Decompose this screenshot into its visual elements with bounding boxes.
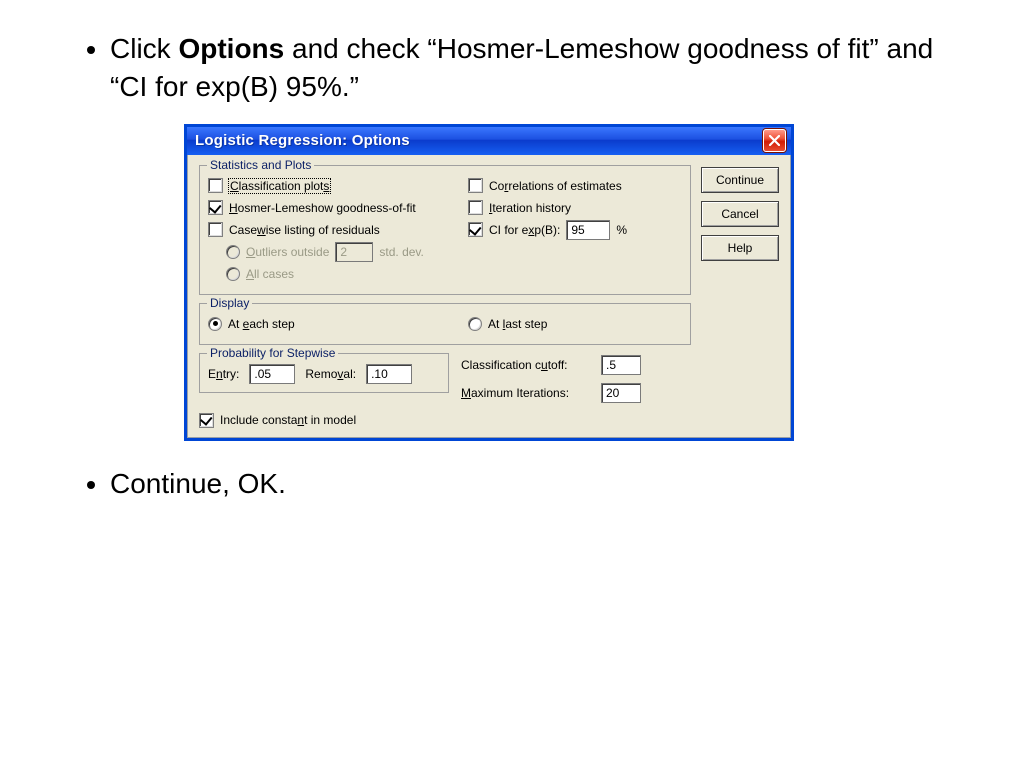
rad-label: At last step <box>488 317 547 331</box>
chk-ci-expb[interactable]: CI for exp(B): <box>468 222 560 237</box>
input-cutoff[interactable]: .5 <box>601 355 641 375</box>
chk-hosmer-lemeshow[interactable]: Hosmer-Lemeshow goodness-of-fit <box>208 200 416 215</box>
bullet1-bold: Options <box>178 33 284 64</box>
rad-all-cases: All cases <box>226 267 294 281</box>
bullet-1: Click Options and check “Hosmer-Lemeshow… <box>110 30 934 106</box>
close-button[interactable] <box>763 129 786 152</box>
bullet-2: Continue, OK. <box>110 465 934 503</box>
slide: Click Options and check “Hosmer-Lemeshow… <box>0 0 1024 550</box>
checkbox-icon <box>468 222 483 237</box>
legend-stepwise: Probability for Stepwise <box>207 346 338 360</box>
radio-icon <box>226 245 240 259</box>
input-entry[interactable]: .05 <box>249 364 295 384</box>
cancel-button[interactable]: Cancel <box>701 201 779 227</box>
input-max-iter[interactable]: 20 <box>601 383 641 403</box>
chk-label: Correlations of estimates <box>489 179 622 193</box>
chk-label: Include constant in model <box>220 413 356 427</box>
group-probability-stepwise: Probability for Stepwise Entry: .05 Remo… <box>199 353 449 393</box>
continue-button[interactable]: Continue <box>701 167 779 193</box>
group-statistics-and-plots: Statistics and Plots Classification plot… <box>199 165 691 295</box>
legend-stats: Statistics and Plots <box>207 158 314 172</box>
right-fields: Classification cutoff: .5 Maximum Iterat… <box>449 353 641 403</box>
titlebar: Logistic Regression: Options <box>187 127 791 155</box>
checkbox-icon <box>208 178 223 193</box>
checkbox-icon <box>199 413 214 428</box>
chk-label: Iteration history <box>489 201 571 215</box>
rad-each-step[interactable]: At each step <box>208 317 295 331</box>
chk-label: CI for exp(B): <box>489 223 560 237</box>
label-max-iter: Maximum Iterations: <box>461 386 569 400</box>
rad-label: At each step <box>228 317 295 331</box>
legend-display: Display <box>207 296 252 310</box>
input-ci-percent[interactable]: 95 <box>566 220 610 240</box>
help-button[interactable]: Help <box>701 235 779 261</box>
input-outliers-stddev: 2 <box>335 242 373 262</box>
chk-correlations-estimates[interactable]: Correlations of estimates <box>468 178 622 193</box>
group-display: Display At each step <box>199 303 691 345</box>
close-icon <box>769 135 780 146</box>
checkbox-icon <box>468 178 483 193</box>
chk-casewise-residuals[interactable]: Casewise listing of residuals <box>208 222 380 237</box>
chk-classification-plots[interactable]: Classification plots <box>208 178 330 193</box>
label-entry: Entry: <box>208 367 239 381</box>
chk-label: Casewise listing of residuals <box>229 223 380 237</box>
label-percent: % <box>616 223 627 237</box>
chk-label: Hosmer-Lemeshow goodness-of-fit <box>229 201 416 215</box>
rad-label: All cases <box>246 267 294 281</box>
chk-iteration-history[interactable]: Iteration history <box>468 200 571 215</box>
input-removal[interactable]: .10 <box>366 364 412 384</box>
label-removal: Removal: <box>305 367 356 381</box>
radio-icon <box>208 317 222 331</box>
rad-outliers-outside: Outliers outside <box>226 245 329 259</box>
checkbox-icon <box>468 200 483 215</box>
chk-label: Classification plots <box>229 179 330 193</box>
bullet1-prefix: Click <box>110 33 178 64</box>
chk-include-constant[interactable]: Include constant in model <box>199 413 356 428</box>
checkbox-icon <box>208 222 223 237</box>
radio-icon <box>468 317 482 331</box>
label-cutoff: Classification cutoff: <box>461 358 568 372</box>
checkbox-icon <box>208 200 223 215</box>
dialog-screenshot: Logistic Regression: Options Statistics … <box>184 124 934 441</box>
label-stddev: std. dev. <box>379 245 423 259</box>
rad-label: Outliers outside <box>246 245 329 259</box>
dialog-logistic-regression-options: Logistic Regression: Options Statistics … <box>184 124 794 441</box>
rad-last-step[interactable]: At last step <box>468 317 547 331</box>
dialog-title: Logistic Regression: Options <box>195 132 410 149</box>
radio-icon <box>226 267 240 281</box>
